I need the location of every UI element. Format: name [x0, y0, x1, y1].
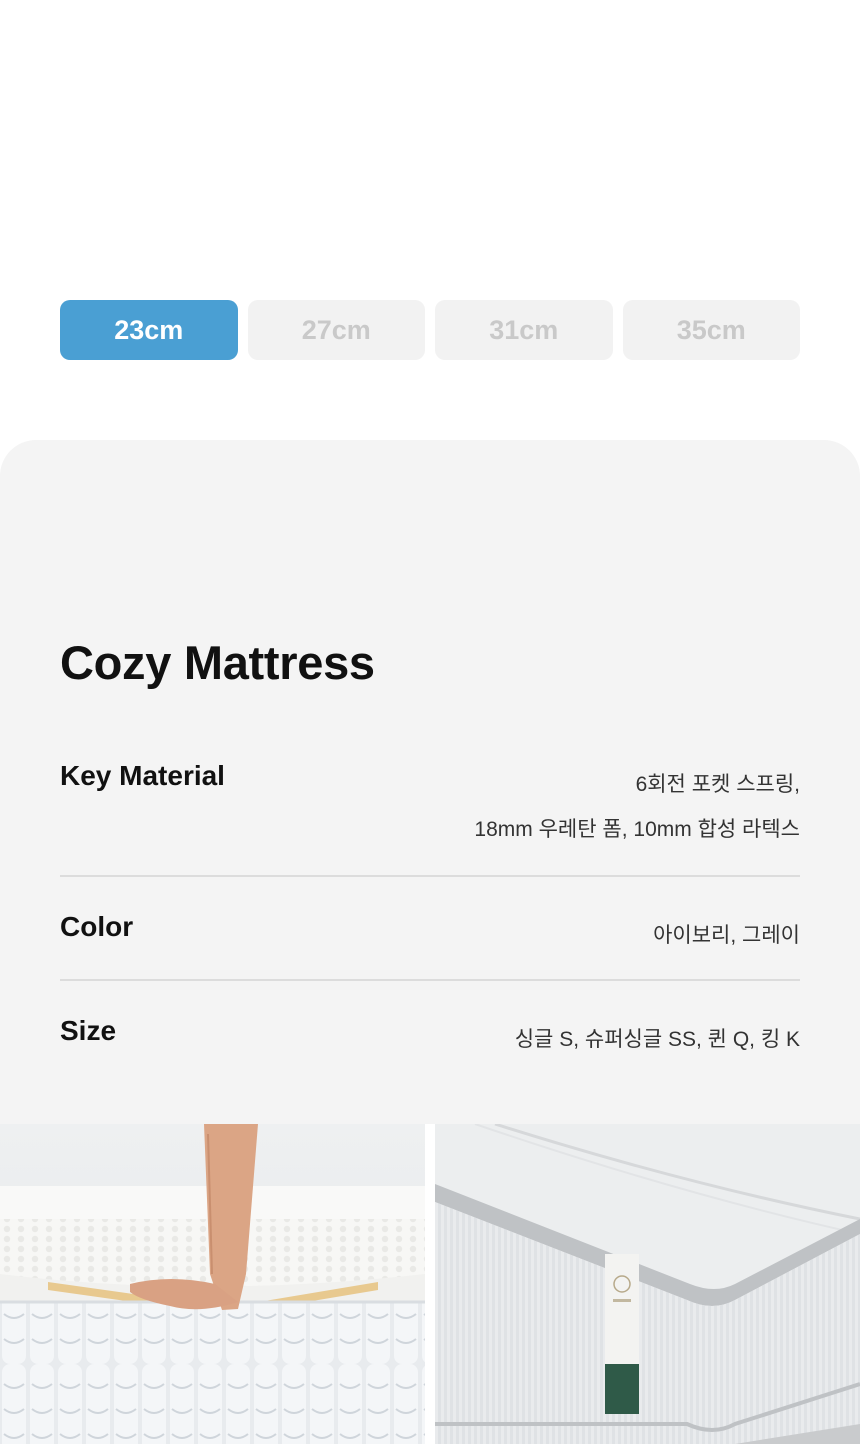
- spec-value-line: 6회전 포켓 스프링,: [635, 773, 800, 796]
- spec-value: 싱글 S, 슈퍼싱글 SS, 퀸 Q, 킹 K: [515, 1017, 800, 1062]
- tab-23cm[interactable]: 23cm: [60, 300, 238, 360]
- spec-value-line: 아이보리, 그레이: [653, 924, 800, 947]
- spec-label: Key Material: [60, 760, 225, 791]
- spec-label: Size: [60, 1015, 117, 1046]
- spec-label: Color: [60, 911, 134, 942]
- spec-value: 6회전 포켓 스프링, 18mm 우레탄 폼, 10mm 합성 라텍스: [474, 762, 800, 852]
- divider: [60, 979, 800, 981]
- divider: [60, 875, 800, 877]
- spec-value-line: 18mm 우레탄 폼, 10mm 합성 라텍스: [474, 818, 800, 841]
- mattress-layers-hand-photo: [0, 1124, 425, 1444]
- spec-value: 아이보리, 그레이: [653, 913, 800, 958]
- size-tabs: 23cm 27cm 31cm 35cm: [60, 300, 800, 360]
- tab-31cm[interactable]: 31cm: [435, 300, 613, 360]
- product-title: Cozy Mattress: [60, 636, 375, 689]
- tab-35cm[interactable]: 35cm: [622, 300, 800, 360]
- tab-27cm[interactable]: 27cm: [247, 300, 425, 360]
- mattress-corner-photo: [435, 1124, 860, 1444]
- spec-value-line: 싱글 S, 슈퍼싱글 SS, 퀸 Q, 킹 K: [514, 1028, 800, 1051]
